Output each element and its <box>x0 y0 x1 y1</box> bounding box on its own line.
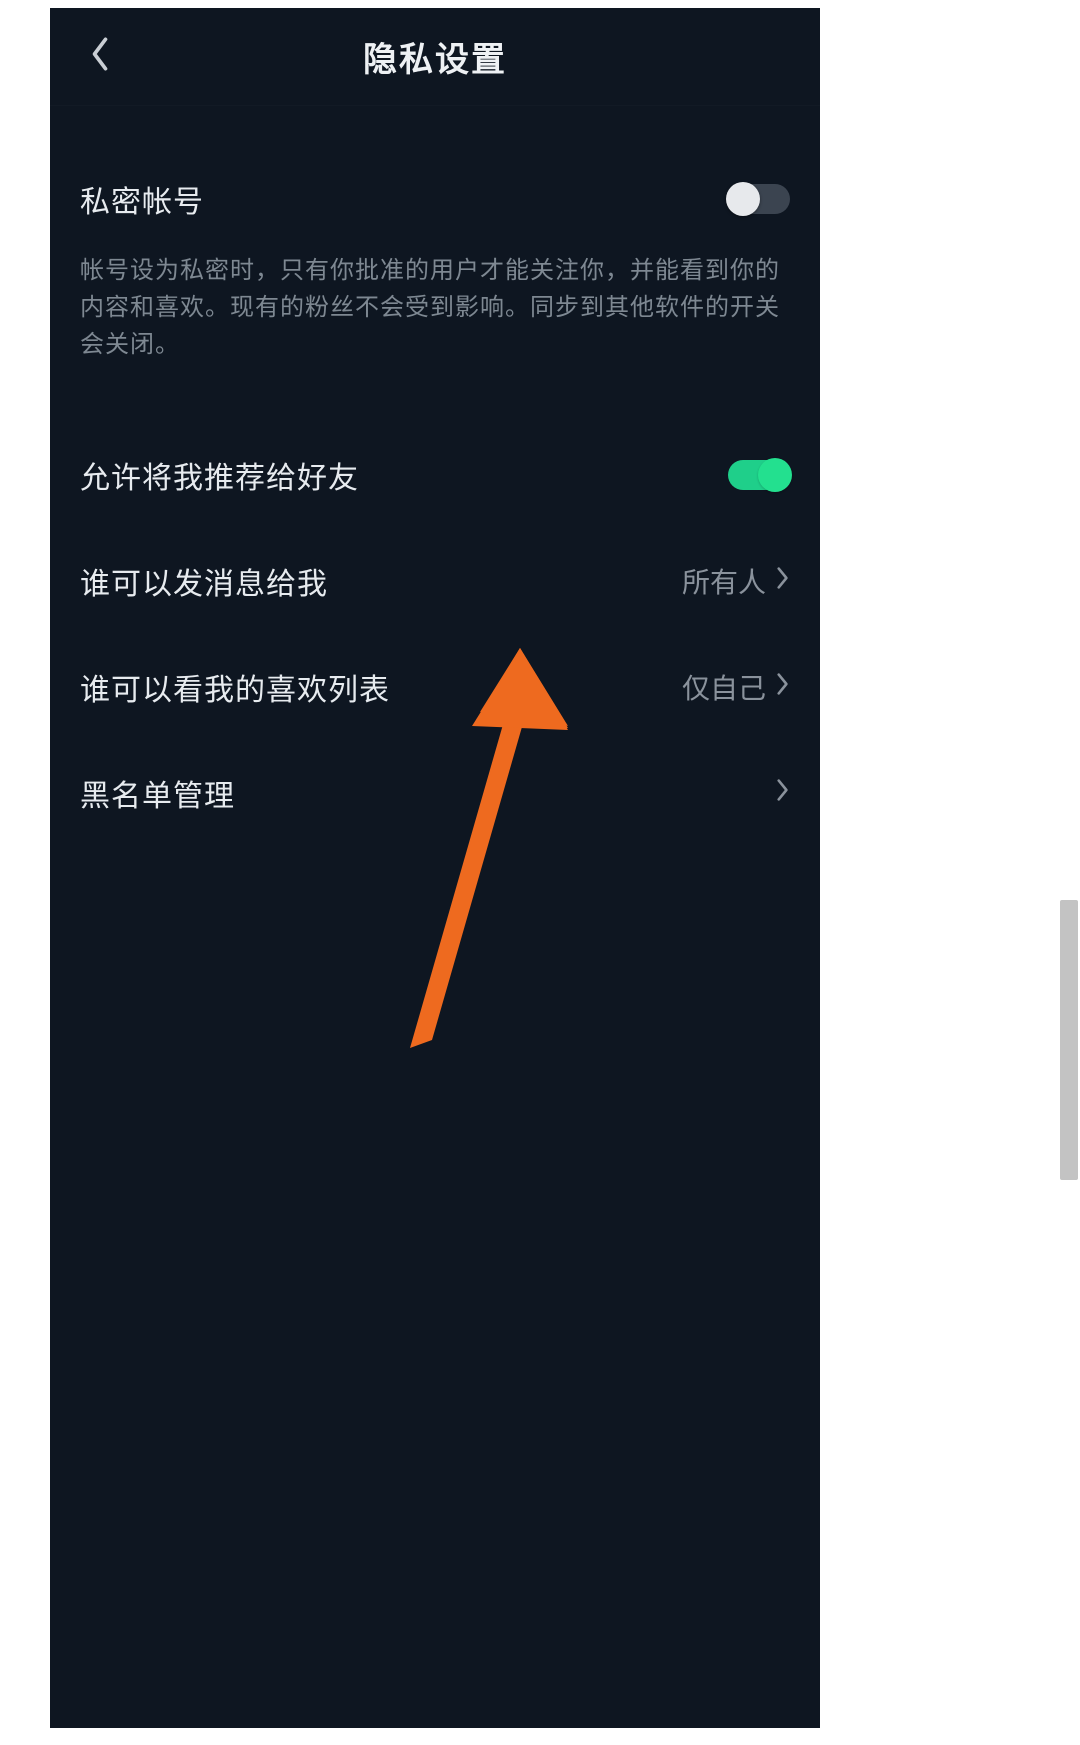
private-account-description: 帐号设为私密时，只有你批准的用户才能关注你，并能看到你的内容和喜欢。现有的粉丝不… <box>80 252 790 382</box>
page-title: 隐私设置 <box>363 32 507 81</box>
row-label: 黑名单管理 <box>80 771 235 815</box>
toggle-recommend-to-friends[interactable] <box>728 460 790 490</box>
chevron-right-icon <box>776 566 790 595</box>
app-screen: 隐私设置 私密帐号 帐号设为私密时，只有你批准的用户才能关注你，并能看到你的内容… <box>50 8 820 1728</box>
toggle-private-account[interactable] <box>728 184 790 214</box>
row-label: 允许将我推荐给好友 <box>80 453 359 497</box>
header-bar: 隐私设置 <box>50 8 820 106</box>
chevron-right-icon <box>776 778 790 807</box>
chevron-left-icon <box>89 35 111 78</box>
toggle-knob <box>758 458 792 492</box>
chevron-right-icon <box>776 672 790 701</box>
row-label: 谁可以发消息给我 <box>80 559 328 603</box>
row-label: 谁可以看我的喜欢列表 <box>80 665 390 709</box>
page-container: 隐私设置 私密帐号 帐号设为私密时，只有你批准的用户才能关注你，并能看到你的内容… <box>0 0 1080 1745</box>
row-recommend-to-friends[interactable]: 允许将我推荐给好友 <box>80 422 790 528</box>
settings-list: 私密帐号 帐号设为私密时，只有你批准的用户才能关注你，并能看到你的内容和喜欢。现… <box>50 106 820 846</box>
row-blacklist[interactable]: 黑名单管理 <box>80 740 790 846</box>
row-who-can-see-likes[interactable]: 谁可以看我的喜欢列表 仅自己 <box>80 634 790 740</box>
row-value: 所有人 <box>682 561 766 601</box>
row-who-can-message[interactable]: 谁可以发消息给我 所有人 <box>80 528 790 634</box>
row-private-account[interactable]: 私密帐号 <box>80 146 790 252</box>
back-button[interactable] <box>70 8 130 105</box>
row-label: 私密帐号 <box>80 177 204 221</box>
row-value: 仅自己 <box>682 667 766 707</box>
scrollbar-thumb[interactable] <box>1060 900 1078 1180</box>
toggle-knob <box>726 182 760 216</box>
